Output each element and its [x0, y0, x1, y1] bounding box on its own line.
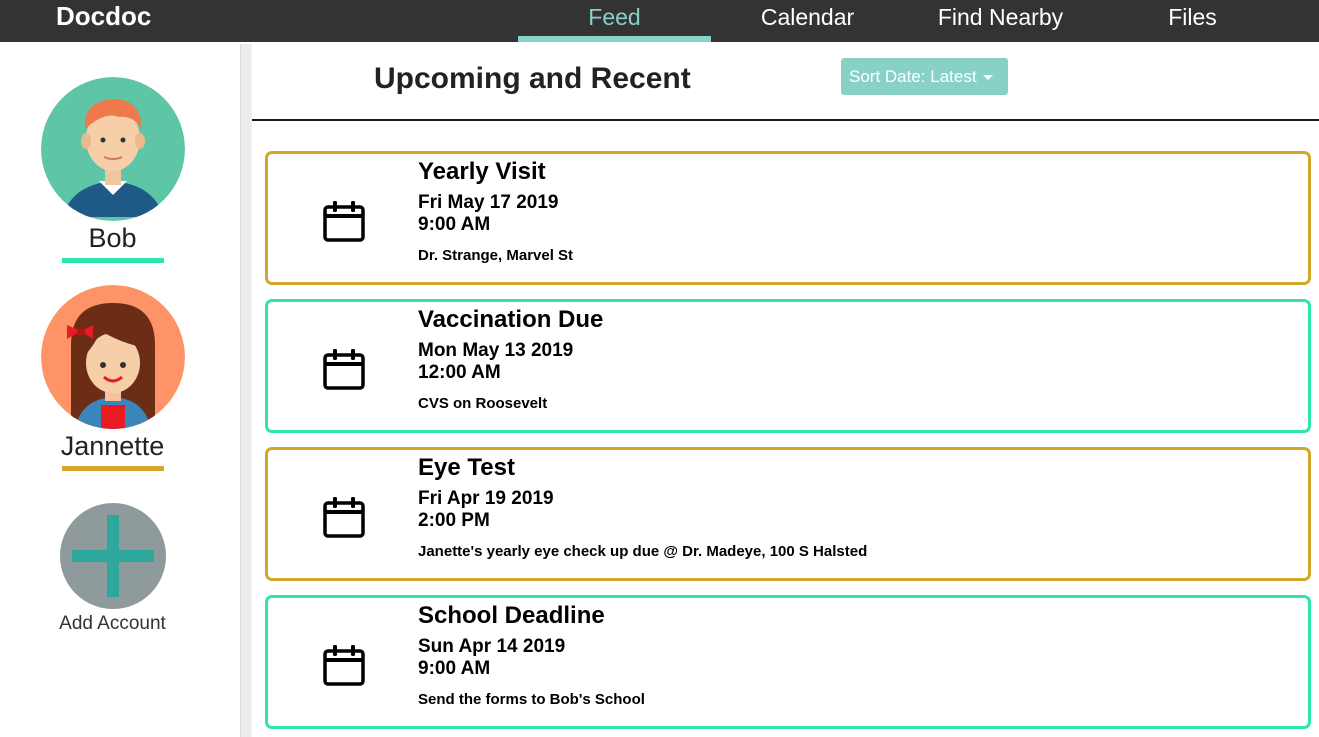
sort-label: Sort Date: Latest: [849, 67, 977, 86]
account-name-jannette: Jannette: [60, 431, 165, 461]
sort-dropdown[interactable]: Sort Date: Latest: [841, 58, 1008, 95]
caret-down-icon: [982, 75, 993, 81]
feed-card[interactable]: Yearly Visit Fri May 17 2019 9:00 AM Dr.…: [265, 151, 1311, 285]
feed-card[interactable]: Vaccination Due Mon May 13 2019 12:00 AM…: [265, 299, 1311, 433]
event-title: Eye Test: [418, 454, 515, 481]
calendar-icon: [323, 349, 365, 390]
event-time: 9:00 AM: [418, 214, 491, 235]
tab-feed[interactable]: Feed: [518, 0, 711, 42]
account-bob[interactable]: Bob: [40, 77, 185, 263]
feed-card[interactable]: Eye Test Fri Apr 19 2019 2:00 PM Janette…: [265, 447, 1311, 581]
calendar-icon: [323, 201, 365, 242]
calendar-icon: [323, 645, 365, 686]
top-nav-bar: Docdoc Feed Calendar Find Nearby Files: [0, 0, 1319, 42]
calendar-icon: [323, 497, 365, 538]
tab-calendar[interactable]: Calendar: [711, 0, 904, 42]
tab-find-nearby[interactable]: Find Nearby: [904, 0, 1097, 42]
event-location: Janette's yearly eye check up due @ Dr. …: [418, 543, 868, 560]
event-location: CVS on Roosevelt: [418, 395, 548, 412]
page-title: Upcoming and Recent: [374, 62, 691, 95]
feed-card[interactable]: School Deadline Sun Apr 14 2019 9:00 AM …: [265, 595, 1311, 729]
event-time: 12:00 AM: [418, 362, 501, 383]
event-location: Send the forms to Bob's School: [418, 691, 645, 708]
account-jannette[interactable]: Jannette: [40, 285, 185, 471]
account-name-bob: Bob: [88, 223, 137, 253]
event-title: School Deadline: [418, 602, 605, 629]
add-account-label: Add Account: [59, 613, 166, 634]
active-indicator-bob: [61, 258, 164, 263]
event-date: Mon May 13 2019: [418, 340, 574, 361]
add-account-button[interactable]: Add Account: [40, 503, 185, 635]
sidebar-scrollbar[interactable]: [240, 44, 252, 737]
app-logo[interactable]: Docdoc: [56, 0, 151, 32]
plus-icon: [59, 503, 166, 609]
event-title: Vaccination Due: [418, 306, 604, 333]
event-date: Sun Apr 14 2019: [418, 636, 566, 657]
event-date: Fri May 17 2019: [418, 192, 559, 213]
active-indicator-jannette: [61, 466, 164, 471]
event-date: Fri Apr 19 2019: [418, 488, 554, 509]
header-divider: [252, 119, 1319, 121]
event-location: Dr. Strange, Marvel St: [418, 247, 574, 264]
event-time: 9:00 AM: [418, 658, 491, 679]
event-time: 2:00 PM: [418, 510, 490, 531]
bob-avatar: [40, 77, 185, 221]
tab-files[interactable]: Files: [1096, 0, 1289, 42]
accounts-sidebar: Bob Jannette Add Account: [0, 42, 240, 737]
jannette-avatar: [40, 285, 185, 429]
event-title: Yearly Visit: [418, 158, 546, 185]
